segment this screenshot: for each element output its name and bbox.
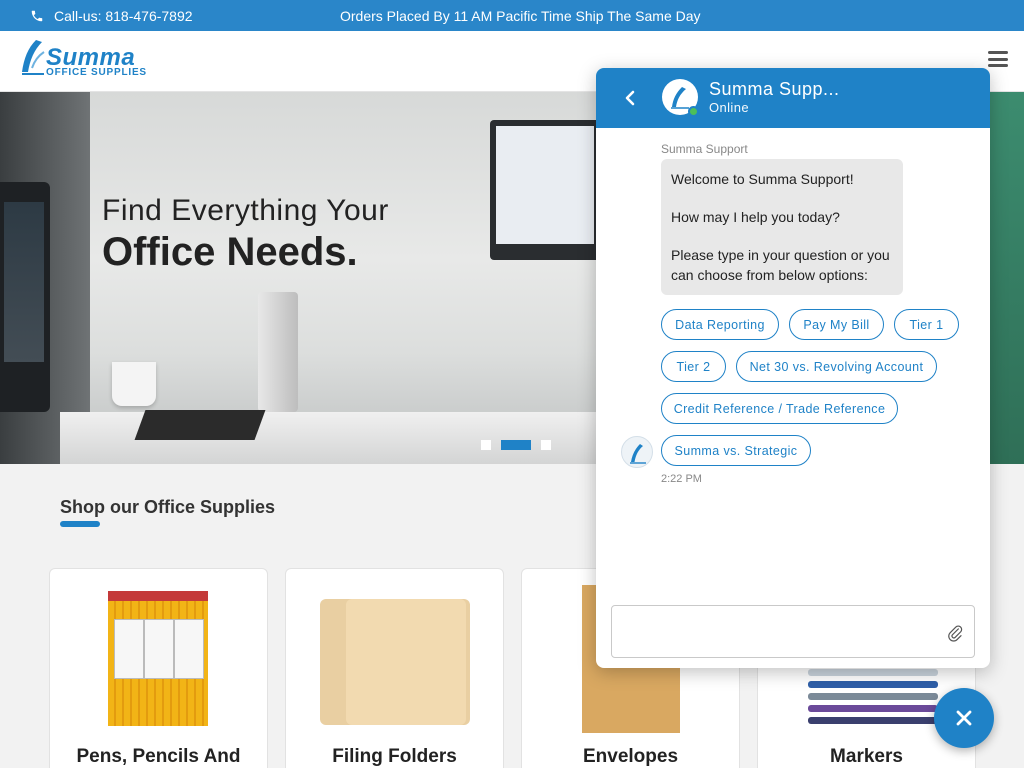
message-line: How may I help you today? [671,209,840,225]
paperclip-icon[interactable] [946,622,964,644]
hamburger-menu-icon[interactable] [988,51,1008,67]
folder-image-front [346,599,466,725]
phone-contact[interactable]: Call-us: 818-476-7892 [30,8,193,24]
hero-bg-mug [112,362,156,406]
carousel-dots [481,440,551,450]
category-card-folders[interactable]: Filing Folders [285,568,504,768]
close-icon [956,710,972,726]
chat-status: Online [709,100,749,115]
hero-bg-stand [258,292,298,412]
summa-logo[interactable]: Summa OFFICE SUPPLIES [20,38,152,78]
chat-close-button[interactable] [934,688,994,748]
chat-agent-name: Summa Supp... [709,79,840,99]
chat-widget: Summa Supp... Online Summa Support Welco… [596,68,990,668]
option-data-reporting[interactable]: Data Reporting [661,309,779,340]
bot-avatar [621,436,653,468]
phone-icon [31,10,43,22]
carousel-dot-2[interactable] [501,440,531,450]
chat-message-input[interactable] [611,605,975,658]
option-pay-my-bill[interactable]: Pay My Bill [789,309,884,340]
carousel-dot-1[interactable] [481,440,491,450]
hero-bg-tablet [134,410,266,440]
option-credit-reference[interactable]: Credit Reference / Trade Reference [661,393,898,424]
back-arrow-icon[interactable] [620,88,640,108]
chat-header: Summa Supp... Online [596,68,990,128]
hero-title-line2: Office Needs. [102,230,358,274]
shipping-promo: Orders Placed By 11 AM Pacific Time Ship… [340,8,701,24]
online-status-dot [688,106,699,117]
phone-text[interactable]: Call-us: 818-476-7892 [54,8,193,24]
category-label[interactable]: Markers [758,746,975,768]
option-tier-2[interactable]: Tier 2 [661,351,726,382]
category-card-pens[interactable]: Pens, Pencils And [49,568,268,768]
logo-subtitle: OFFICE SUPPLIES [46,67,147,78]
message-timestamp: 2:22 PM [661,473,702,485]
logo-mark-icon [22,40,45,75]
markers-image [808,669,938,735]
message-line: Please type in your question or you can … [671,247,890,283]
category-label[interactable]: Envelopes [522,746,739,768]
pencils-image [108,591,208,726]
option-summa-vs-strategic[interactable]: Summa vs. Strategic [661,435,811,466]
category-label[interactable]: Filing Folders [286,746,503,768]
message-line: Welcome to Summa Support! [671,171,854,187]
section-title: Shop our Office Supplies [60,497,276,517]
option-net30-vs-revolving[interactable]: Net 30 vs. Revolving Account [736,351,937,382]
category-label[interactable]: Pens, Pencils And [50,746,267,768]
hero-bg-monitor [0,182,50,412]
top-bar: Call-us: 818-476-7892 Orders Placed By 1… [0,0,1024,31]
hero-title-line1: Find Everything Your [102,194,389,227]
carousel-dot-3[interactable] [541,440,551,450]
option-tier-1[interactable]: Tier 1 [894,309,959,340]
sender-label: Summa Support [661,142,748,156]
hero-bg-monitor-center [490,120,600,260]
message-bubble: Welcome to Summa Support! How may I help… [661,159,903,295]
section-underline [60,521,100,527]
bot-logo-icon [630,444,646,464]
